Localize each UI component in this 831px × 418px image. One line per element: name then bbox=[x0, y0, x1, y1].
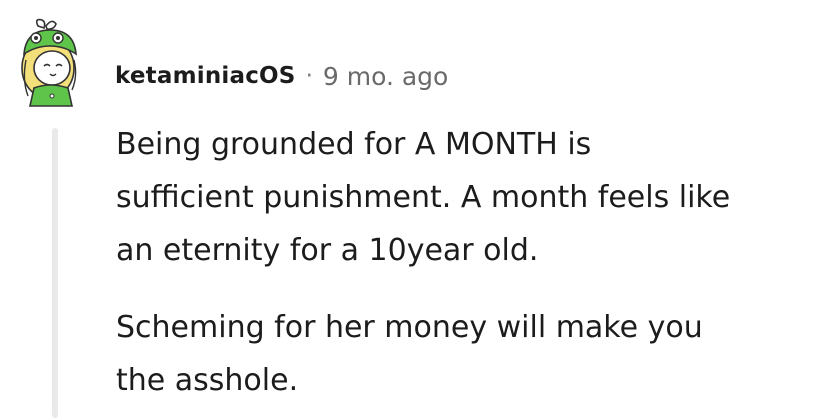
comment-line: sufficient punishment. A month feels lik… bbox=[116, 180, 731, 215]
comment-line: Being grounded for A MONTH is bbox=[116, 127, 592, 162]
comment: ketaminiacOS · 9 mo. ago Being grounded … bbox=[0, 0, 831, 418]
thread-line[interactable] bbox=[52, 128, 58, 418]
frog-hat-girl-avatar-icon bbox=[21, 18, 77, 107]
meta-separator: · bbox=[305, 63, 313, 89]
comment-line: an eternity for a 10year old. bbox=[116, 233, 539, 268]
comment-paragraph: Being grounded for A MONTH is sufficient… bbox=[116, 118, 816, 277]
comment-paragraph: Scheming for her money will make you the… bbox=[116, 301, 816, 407]
comment-body: Being grounded for A MONTH is sufficient… bbox=[116, 118, 816, 407]
comment-timestamp[interactable]: 9 mo. ago bbox=[323, 62, 448, 91]
comment-line: Scheming for her money will make you bbox=[116, 310, 703, 345]
comment-line: the asshole. bbox=[116, 363, 299, 398]
comment-header: ketaminiacOS · 9 mo. ago bbox=[115, 58, 448, 94]
avatar[interactable] bbox=[14, 16, 88, 108]
username-link[interactable]: ketaminiacOS bbox=[115, 63, 296, 89]
